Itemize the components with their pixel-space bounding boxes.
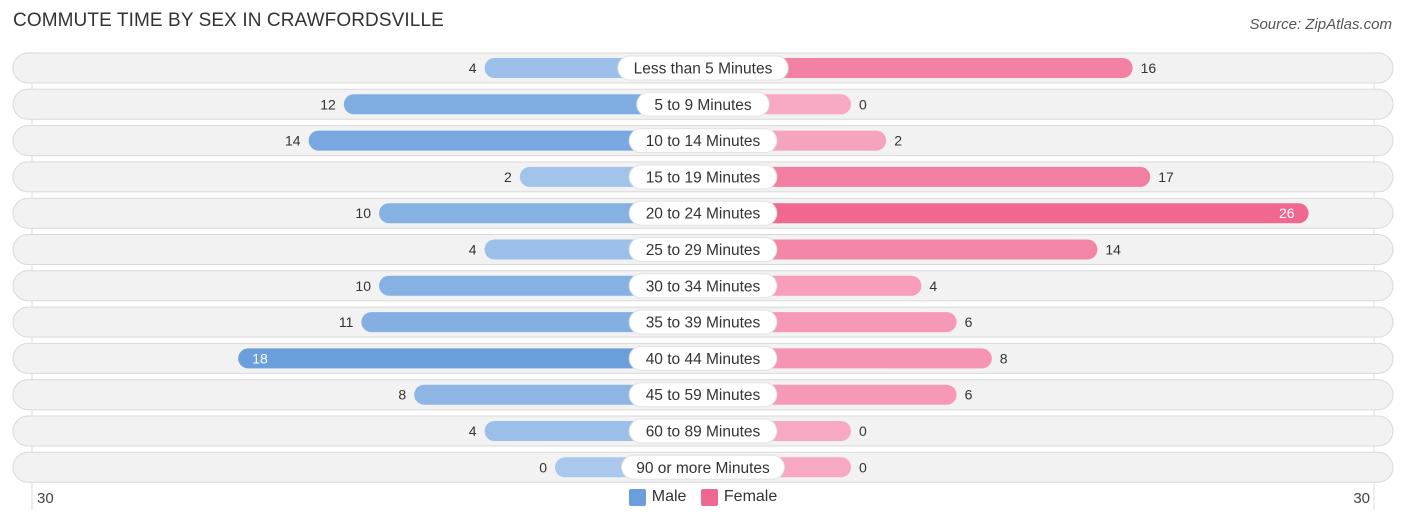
female-value-label: 14	[1105, 242, 1121, 258]
legend-swatch-female	[700, 488, 718, 506]
chart-area: Less than 5 Minutes 4 16 5 to 9 Minutes 12 0 1…	[12, 52, 1394, 510]
female-value-label: 0	[859, 96, 867, 112]
female-value-label: 4	[929, 278, 937, 294]
male-value-label: 10	[355, 205, 371, 221]
female-value-label: 2	[894, 133, 902, 149]
category-label: 40 to 44 Minutes	[646, 351, 761, 368]
legend-item-male: Male	[628, 488, 687, 506]
male-value-label: 4	[469, 242, 477, 258]
female-value-label: 0	[859, 459, 867, 475]
male-value-label: 0	[539, 459, 547, 475]
category-label: 20 to 24 Minutes	[646, 206, 761, 223]
female-value-label: 0	[859, 423, 867, 439]
legend-label-male: Male	[651, 488, 687, 505]
male-value-label: 4	[469, 423, 477, 439]
female-value-label: 6	[965, 314, 973, 330]
category-label: Less than 5 Minutes	[634, 61, 773, 78]
female-bar	[703, 203, 1309, 224]
male-value-label: 18	[252, 350, 268, 366]
category-label: 60 to 89 Minutes	[646, 424, 761, 441]
male-value-label: 10	[355, 278, 371, 294]
male-value-label: 2	[504, 169, 512, 185]
female-value-label: 17	[1158, 169, 1174, 185]
category-label: 25 to 29 Minutes	[646, 242, 761, 259]
male-value-label: 14	[285, 133, 301, 149]
legend-item-female: Female	[700, 488, 778, 506]
category-label: 35 to 39 Minutes	[646, 315, 761, 332]
female-value-label: 26	[1279, 205, 1295, 221]
category-label: 10 to 14 Minutes	[646, 133, 761, 150]
male-value-label: 8	[398, 387, 406, 403]
category-label: 5 to 9 Minutes	[654, 97, 752, 114]
male-value-label: 12	[320, 96, 336, 112]
female-value-label: 8	[1000, 350, 1008, 366]
category-label: 45 to 59 Minutes	[646, 387, 761, 404]
category-label: 30 to 34 Minutes	[646, 278, 761, 295]
female-value-label: 6	[965, 387, 973, 403]
category-label: 90 or more Minutes	[636, 460, 770, 477]
category-label: 15 to 19 Minutes	[646, 169, 761, 186]
legend-swatch-male	[628, 488, 646, 506]
male-value-label: 4	[469, 60, 477, 76]
male-value-label: 11	[339, 314, 354, 330]
legend: Male Female	[0, 488, 1406, 511]
female-value-label: 16	[1141, 60, 1157, 76]
legend-label-female: Female	[723, 488, 778, 505]
